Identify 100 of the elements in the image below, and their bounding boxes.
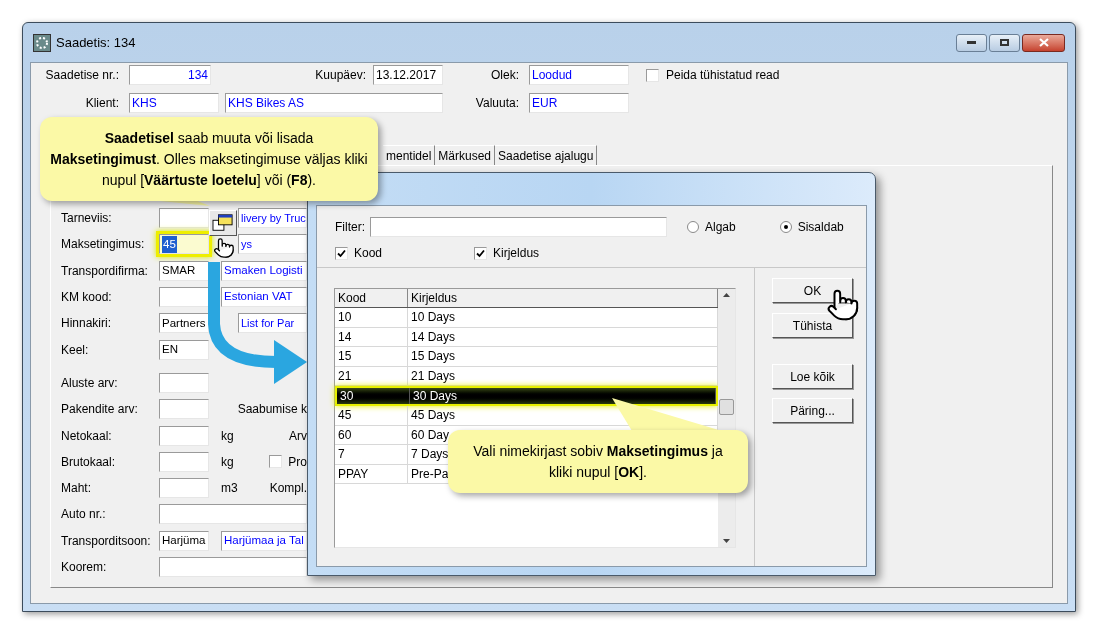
window-title: Saadetis: 134 [56,33,136,52]
tab[interactable]: Märkused [435,145,496,165]
field-label: Auto nr.: [61,506,107,524]
field-label: Kompl. [269,480,307,498]
text-field[interactable]: EN [159,339,209,360]
radio-button[interactable] [779,221,792,233]
field-label: Aluste arv: [61,374,119,392]
text-field[interactable] [159,557,307,577]
filter-field[interactable] [370,217,667,237]
field-label: Brutokaal: [61,453,117,471]
field-label: Olek: [490,67,519,84]
grid-cell: 21 [335,366,408,386]
grid-cell: PPAY [335,464,408,484]
field-label: Tarneviis: [61,210,113,228]
text-field[interactable]: livery by Truc [238,208,307,229]
text-field[interactable]: Estonian VAT [221,287,307,308]
lookup-button-icon[interactable] [209,210,237,236]
hand-cursor-icon [826,288,860,322]
field-label: Saabumise k [237,401,307,419]
callout-text: Saadetisel saab muuta või lisada Maksetingimust. Olles maksetingimuse väljas kliki nupul [Väärtuste loetelu] või (F8). [49,128,369,190]
unit-label: kg [221,427,235,445]
text-field[interactable]: Partners [159,313,209,334]
grid-row[interactable]: 14 14 Days [335,327,718,348]
field-label: Koorem: [61,559,108,576]
dialog-button[interactable]: Päring... [772,398,853,423]
text-field[interactable]: KHS [129,93,219,113]
selected-text: 45 [162,235,177,254]
field-label: Transpordifirma: [61,262,149,280]
checkbox[interactable] [646,68,659,82]
field-label: Netokaal: [61,427,113,445]
hand-cursor-icon [213,237,235,259]
text-field[interactable] [159,399,209,420]
field-label: Arv [289,427,307,445]
column-header[interactable]: Kood [335,289,408,307]
checkbox[interactable] [269,455,283,469]
scroll-up-icon[interactable] [723,293,730,297]
field-label: Hinnakiri: [61,315,112,333]
field-label: Maksetingimus: [61,236,146,254]
text-field[interactable]: 45 [159,234,209,255]
text-field[interactable] [159,451,209,472]
dialog-button[interactable]: Tühista [772,313,853,338]
text-field[interactable]: Smaken Logisti [221,260,307,281]
tab[interactable]: mentidel [383,145,436,165]
app-icon [33,33,51,52]
grid-cell: 14 [335,327,408,347]
text-field[interactable] [159,425,209,446]
dialog-button[interactable]: Loe kõik [772,364,853,389]
text-field[interactable] [159,287,209,308]
field-label: Transporditsoon: [61,532,152,550]
text-field[interactable] [159,478,209,499]
text-field[interactable]: EUR [529,93,629,113]
minimize-icon [967,41,976,44]
unit-label: m3 [221,480,239,498]
text-field[interactable]: Harjümaa ja Tal [221,530,307,551]
text-field[interactable]: KHS Bikes AS [225,93,443,113]
close-button[interactable] [1022,33,1065,52]
radio-label: Sisaldab [797,219,844,236]
filter-label: Filter: [335,219,366,236]
text-field[interactable]: ys [238,234,307,255]
tab[interactable]: Saadetise ajalugu [495,145,598,165]
text-field[interactable]: 13.12.2017 [373,65,443,85]
close-icon [1038,38,1049,47]
text-field[interactable]: Harjüma [159,530,209,551]
maximize-icon [1000,39,1009,46]
field-label: Valuuta: [474,95,519,112]
field-label: Keel: [61,341,90,359]
dialog-button[interactable]: OK [772,278,853,303]
grid-cell: 10 [335,308,408,327]
grid-cell: 15 [335,347,408,366]
grid-row[interactable]: 30 30 Days [335,386,718,406]
scroll-thumb[interactable] [719,399,734,415]
maximize-button[interactable] [989,33,1020,52]
scroll-down-icon[interactable] [723,539,730,543]
grid-cell: 45 [335,405,408,425]
field-label: KM kood: [61,289,113,307]
text-field[interactable]: SMAR [159,260,209,281]
text-field[interactable]: 134 [129,65,211,85]
field-label: Kuupäev: [314,67,366,84]
grid-cell: 7 [335,445,408,464]
checkbox-label: Peida tühistatud read [666,67,780,84]
checkbox[interactable] [335,246,348,260]
text-field[interactable] [159,208,209,229]
text-field[interactable] [159,372,209,393]
grid-row[interactable]: 15 15 Days [335,347,718,367]
text-field[interactable]: Loodud [529,65,629,85]
unit-label: kg [221,453,235,471]
text-field[interactable] [159,504,307,525]
radio-button[interactable] [687,221,699,233]
grid-cell: 60 [335,425,408,445]
field-label: Saadetise nr.: [44,67,119,84]
field-label: Maht: [61,480,92,498]
field-label: Pakendite arv: [61,401,139,419]
minimize-button[interactable] [956,33,987,52]
grid-row[interactable]: 10 10 Days [335,308,718,328]
text-field[interactable]: List for Par [238,313,307,334]
checkbox-label: Pro [288,453,307,471]
checkbox[interactable] [474,246,488,260]
checkbox-label: Kirjeldus [493,245,540,262]
radio-label: Algab [705,219,736,236]
field-label: Klient: [84,95,119,112]
